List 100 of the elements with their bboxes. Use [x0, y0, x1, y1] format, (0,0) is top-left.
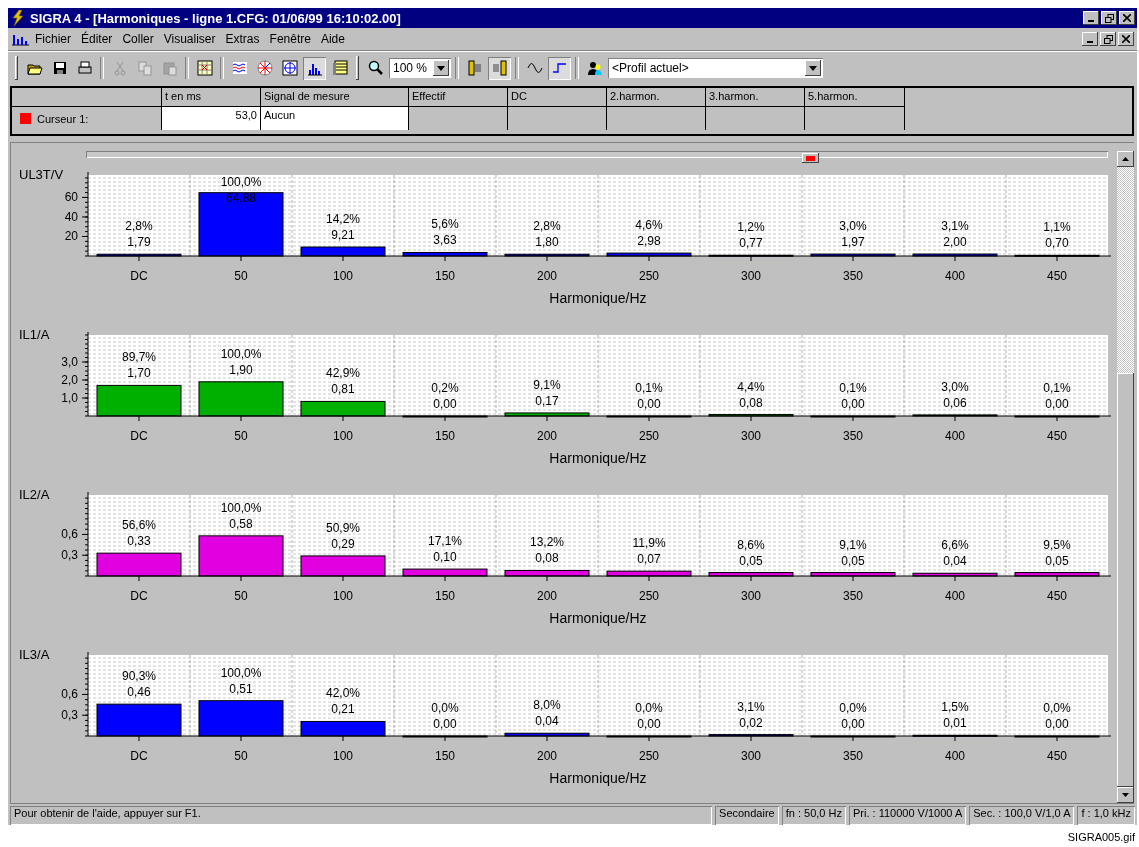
data-label: 0,04: [943, 554, 967, 569]
data-label: 0,05: [841, 553, 865, 568]
data-label: 0,51: [229, 681, 253, 696]
data-label: 42,9%: [326, 366, 360, 381]
data-label: 1,70: [127, 366, 151, 381]
tick-label: 200: [537, 589, 557, 603]
data-label: 17,1%: [428, 534, 462, 549]
data-label: 0,1%: [635, 381, 663, 395]
data-label: 13,2%: [530, 535, 564, 550]
data-label: 50,9%: [326, 520, 360, 535]
tick-label: 2,0: [61, 373, 78, 387]
tick-label: 450: [1047, 269, 1067, 283]
data-label: 1,80: [535, 235, 559, 250]
data-label: 1,5%: [941, 700, 969, 715]
data-label: 0,00: [1045, 717, 1069, 731]
tick-label: 400: [945, 429, 965, 443]
tick-label: 0,6: [61, 527, 78, 542]
data-label: 0,06: [943, 395, 967, 410]
axis-label: UL3T/V: [19, 167, 64, 182]
status-pane: Sec. : 100,0 V/1,0 A: [969, 806, 1075, 825]
tick-label: 50: [234, 749, 248, 763]
tick-label: 150: [435, 589, 455, 603]
data-label: 8,6%: [737, 537, 765, 552]
tick-label: DC: [130, 269, 148, 283]
tick-label: 150: [435, 429, 455, 443]
data-label: 0,0%: [839, 701, 867, 715]
data-label: 0,01: [943, 716, 967, 731]
tick-label: 450: [1047, 429, 1067, 443]
data-label: 3,1%: [737, 699, 765, 714]
tick-label: 50: [234, 429, 248, 443]
data-label: 0,70: [1045, 236, 1069, 251]
data-label: 56,6%: [122, 518, 156, 533]
data-label: 2,98: [637, 234, 661, 249]
status-pane: Secondaire: [715, 806, 779, 825]
data-label: 0,00: [637, 397, 661, 411]
tick-label: 100: [333, 589, 353, 603]
data-label: 0,08: [739, 395, 763, 410]
tick-label: 100: [333, 269, 353, 283]
data-label: 90,3%: [122, 669, 156, 684]
column-header: 5.harmon.: [805, 88, 905, 107]
data-label: 0,00: [433, 717, 457, 731]
tick-label: 350: [843, 589, 863, 603]
column-header: 2.harmon.: [607, 88, 706, 107]
data-label: 0,04: [535, 714, 559, 729]
tick-label: 150: [435, 749, 455, 763]
data-label: 0,05: [739, 553, 763, 568]
data-label: 0,00: [841, 717, 865, 731]
tick-label: 400: [945, 589, 965, 603]
table-cell: Aucun: [261, 107, 409, 130]
data-label: 2,8%: [533, 219, 561, 234]
data-label: 0,46: [127, 685, 151, 700]
data-label: 0,0%: [431, 701, 459, 715]
data-label: 3,1%: [941, 219, 969, 234]
data-label: 0,00: [637, 717, 661, 731]
tick-label: 450: [1047, 589, 1067, 603]
tick-label: 450: [1047, 749, 1067, 763]
data-label: 42,0%: [326, 686, 360, 701]
data-label: 3,63: [433, 233, 457, 248]
tick-label: 50: [234, 589, 248, 603]
tick-label: 350: [843, 749, 863, 763]
status-pane: Pri. : 110000 V/1000 A: [848, 806, 967, 825]
data-label: 0,00: [1045, 397, 1069, 411]
data-label: 9,1%: [839, 537, 867, 552]
data-label: 0,1%: [839, 381, 867, 395]
axis-label: IL1/A: [19, 327, 50, 342]
data-label: 0,21: [331, 702, 355, 717]
tick-label: DC: [130, 749, 148, 763]
data-label: 0,10: [433, 550, 457, 565]
tick-label: 250: [639, 429, 659, 443]
tick-label: 400: [945, 749, 965, 763]
window-title: SIGRA 4 - [Harmoniques - ligne 1.CFG: 01/06/99 16:10:02.00]: [30, 10, 402, 26]
axis-title: Harmonique/Hz: [549, 450, 647, 466]
caption: SIGRA005.gif: [1067, 831, 1135, 843]
data-label: 0,05: [1045, 553, 1069, 568]
tick-label: 300: [741, 269, 761, 283]
status-pane: Pour obtenir de l'aide, appuyer sur F1.: [10, 806, 713, 825]
tick-label: 250: [639, 269, 659, 283]
status-pane: f : 1,0 kHz: [1077, 806, 1135, 825]
data-label: 100,0%: [220, 500, 262, 515]
tick-label: 200: [537, 269, 557, 283]
tick-label: 100: [333, 429, 353, 443]
column-header: Effectif: [409, 88, 508, 107]
row-label: Curseur 1:: [37, 112, 89, 125]
data-label: 9,21: [331, 228, 355, 242]
tick-label: 50: [234, 269, 248, 283]
data-label: 100,0%: [220, 665, 262, 680]
data-label: 0,0%: [1043, 701, 1071, 715]
data-label: 100,0%: [220, 175, 262, 189]
data-label: 0,81: [331, 382, 355, 397]
tick-label: 300: [741, 589, 761, 603]
table-cell: 53,0: [162, 107, 261, 130]
axis-title: Harmonique/Hz: [549, 610, 647, 626]
status-pane: fn : 50,0 Hz: [781, 806, 846, 825]
data-label: 2,00: [943, 235, 967, 250]
data-label: 89,7%: [122, 350, 156, 365]
data-label: 4,6%: [635, 218, 663, 233]
tick-label: 300: [741, 749, 761, 763]
data-label: 1,90: [229, 362, 253, 377]
tick-label: 200: [537, 429, 557, 443]
data-label: 1,79: [127, 235, 151, 250]
